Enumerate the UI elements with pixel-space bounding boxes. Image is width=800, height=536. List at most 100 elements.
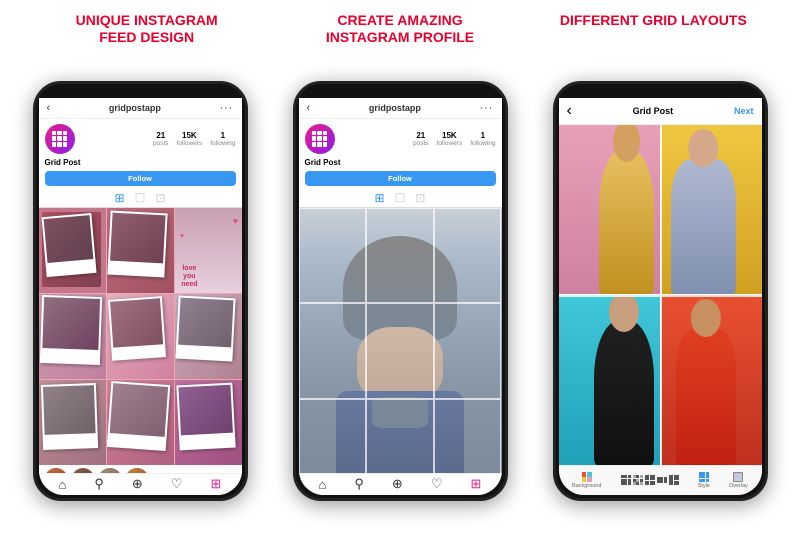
phone1-follow-button[interactable]: Follow [45, 171, 236, 186]
phone3-overlay-icon [733, 472, 743, 482]
phone1-avatar [45, 124, 75, 154]
phone3-background-label: Background [572, 483, 601, 489]
photo-card-7 [41, 383, 98, 449]
phone-3-screen: ‹ Grid Post Next [559, 98, 762, 495]
phone2-follow-row: Follow [299, 169, 502, 189]
phone1-followers-stat: 15K followers [177, 131, 203, 147]
photo-card-1 [41, 213, 96, 277]
collage-cell-2 [107, 208, 174, 293]
phone2-bottom-nav: ⌂ ⚲ ⊕ ♡ ⊞ [299, 473, 502, 495]
phone1-avatar-grid [52, 131, 68, 147]
photo-card-8 [107, 381, 170, 451]
phone2-avatar-grid [312, 131, 328, 147]
phone1-profile: 21 posts 15K followers 1 following [39, 119, 242, 157]
phone2-stats: 21 posts 15K followers 1 following [341, 131, 496, 147]
phone3-background-icon [582, 472, 592, 482]
phone3-next-button[interactable]: Next [734, 106, 754, 116]
love-text: loveyouneed [181, 265, 197, 288]
phone3-cell-2 [661, 125, 762, 295]
phone2-tabs: ⊞ ☐ ⊡ [299, 189, 502, 208]
collage-cell-6 [175, 294, 242, 379]
phone3-tool-background[interactable]: Background [572, 472, 601, 489]
photo-card-4 [39, 295, 102, 365]
phone2-tab-bookmark-icon[interactable]: ☐ [395, 191, 406, 205]
phone2-dots-icon: ··· [479, 102, 493, 114]
phone3-layout-2x2-icon[interactable] [645, 475, 655, 485]
phone2-avatar [305, 124, 335, 154]
phone1-nav-profile-icon[interactable]: ⊞ [211, 476, 222, 492]
phone3-style-icon [699, 472, 709, 482]
phone3-layout-row3-icon[interactable] [657, 477, 667, 483]
phones-row: ‹ gridpostapp ··· 21 posts [0, 54, 800, 536]
phone3-layout-alt1-icon[interactable] [633, 475, 643, 485]
phone2-username: gridpostapp [369, 103, 421, 113]
phone-3: ‹ Grid Post Next [553, 81, 768, 501]
phone2-nav-search-icon[interactable]: ⚲ [354, 476, 364, 492]
phone1-nav-search-icon[interactable]: ⚲ [94, 476, 104, 492]
phone-1: ‹ gridpostapp ··· 21 posts [33, 81, 248, 501]
phone1-nav-heart-icon[interactable]: ♡ [171, 476, 183, 492]
phone1-bottom-nav: ⌂ ⚲ ⊕ ♡ ⊞ [39, 473, 242, 495]
phone2-tab-tag-icon[interactable]: ⊡ [415, 191, 425, 205]
heart-icon-2: ♥ [180, 233, 184, 240]
phone1-nav-add-icon[interactable]: ⊕ [132, 476, 143, 492]
phone-2-screen: ‹ gridpostapp ··· 21 posts [299, 98, 502, 495]
phone2-nav-heart-icon[interactable]: ♡ [431, 476, 443, 492]
phone2-tab-grid-icon[interactable]: ⊞ [375, 191, 385, 205]
phone3-header: ‹ Grid Post Next [559, 98, 762, 125]
phone3-overlay-label: Overlay [729, 483, 748, 489]
collage-cell-9 [175, 380, 242, 465]
gcell-3 [434, 208, 502, 304]
phone3-grid-layout-icons [621, 475, 679, 485]
phone2-ig-header: ‹ gridpostapp ··· [299, 98, 502, 119]
header-col-1: UNIQUE INSTAGRAM FEED DESIGN [21, 12, 272, 46]
phone3-woman-3 [594, 321, 655, 465]
phone3-tool-style[interactable]: Style [698, 472, 710, 489]
phone1-posts-stat: 21 posts [153, 131, 169, 147]
phone3-photo-grid [559, 125, 762, 465]
phone2-following-stat: 1 following [470, 131, 495, 147]
header-title-3: DIFFERENT GRID LAYOUTS [528, 12, 779, 29]
heart-icon-1: ♥ [233, 216, 238, 226]
photo-card-9 [176, 383, 236, 450]
photo-card-2 [107, 211, 167, 278]
phone3-woman-1 [599, 150, 655, 294]
phone1-tab-bookmark-icon[interactable]: ☐ [135, 191, 146, 205]
phone3-woman-4 [676, 329, 737, 465]
phone-2: ‹ gridpostapp ··· 21 posts [293, 81, 508, 501]
phone2-nav-profile-icon[interactable]: ⊞ [471, 476, 482, 492]
phone-1-screen: ‹ gridpostapp ··· 21 posts [39, 98, 242, 495]
photo-card-6 [176, 296, 236, 362]
collage-cell-5 [107, 294, 174, 379]
phone2-nav-home-icon[interactable]: ⌂ [319, 477, 327, 492]
phone1-follow-row: Follow [39, 169, 242, 189]
phone3-layout-3x3-icon[interactable] [621, 475, 631, 485]
phone3-layout-asymm-icon[interactable] [669, 475, 679, 485]
phone1-tab-grid-icon[interactable]: ⊞ [115, 191, 125, 205]
gcell-1 [299, 208, 367, 304]
phone2-nav-add-icon[interactable]: ⊕ [392, 476, 403, 492]
phone1-stats: 21 posts 15K followers 1 following [81, 131, 236, 147]
phone1-dots-icon: ··· [219, 102, 233, 114]
collage-cell-1 [39, 208, 106, 293]
header-row: UNIQUE INSTAGRAM FEED DESIGN CREATE AMAZ… [0, 0, 800, 54]
phone2-profile-name: Grid Post [299, 157, 502, 169]
gcell-6 [434, 303, 502, 399]
phone2-back-icon: ‹ [307, 102, 311, 114]
phone3-back-icon: ‹ [567, 102, 572, 120]
phone1-tab-tag-icon[interactable]: ⊡ [155, 191, 165, 205]
phone2-posts-stat: 21 posts [413, 131, 429, 147]
phone3-tool-overlay[interactable]: Overlay [729, 472, 748, 489]
phone1-nav-home-icon[interactable]: ⌂ [59, 477, 67, 492]
phone1-tabs: ⊞ ☐ ⊡ [39, 189, 242, 208]
collage-cell-4 [39, 294, 106, 379]
phone2-grid-overlay [299, 208, 502, 495]
phone2-follow-button[interactable]: Follow [305, 171, 496, 186]
phone2-profile: 21 posts 15K followers 1 following [299, 119, 502, 157]
phone3-tools-bar: Background [559, 465, 762, 495]
gcell-5 [366, 303, 434, 399]
header-col-3: DIFFERENT GRID LAYOUTS [528, 12, 779, 46]
header-title-2: CREATE AMAZING INSTAGRAM PROFILE [275, 12, 526, 46]
phone1-following-stat: 1 following [210, 131, 235, 147]
gcell-4 [299, 303, 367, 399]
